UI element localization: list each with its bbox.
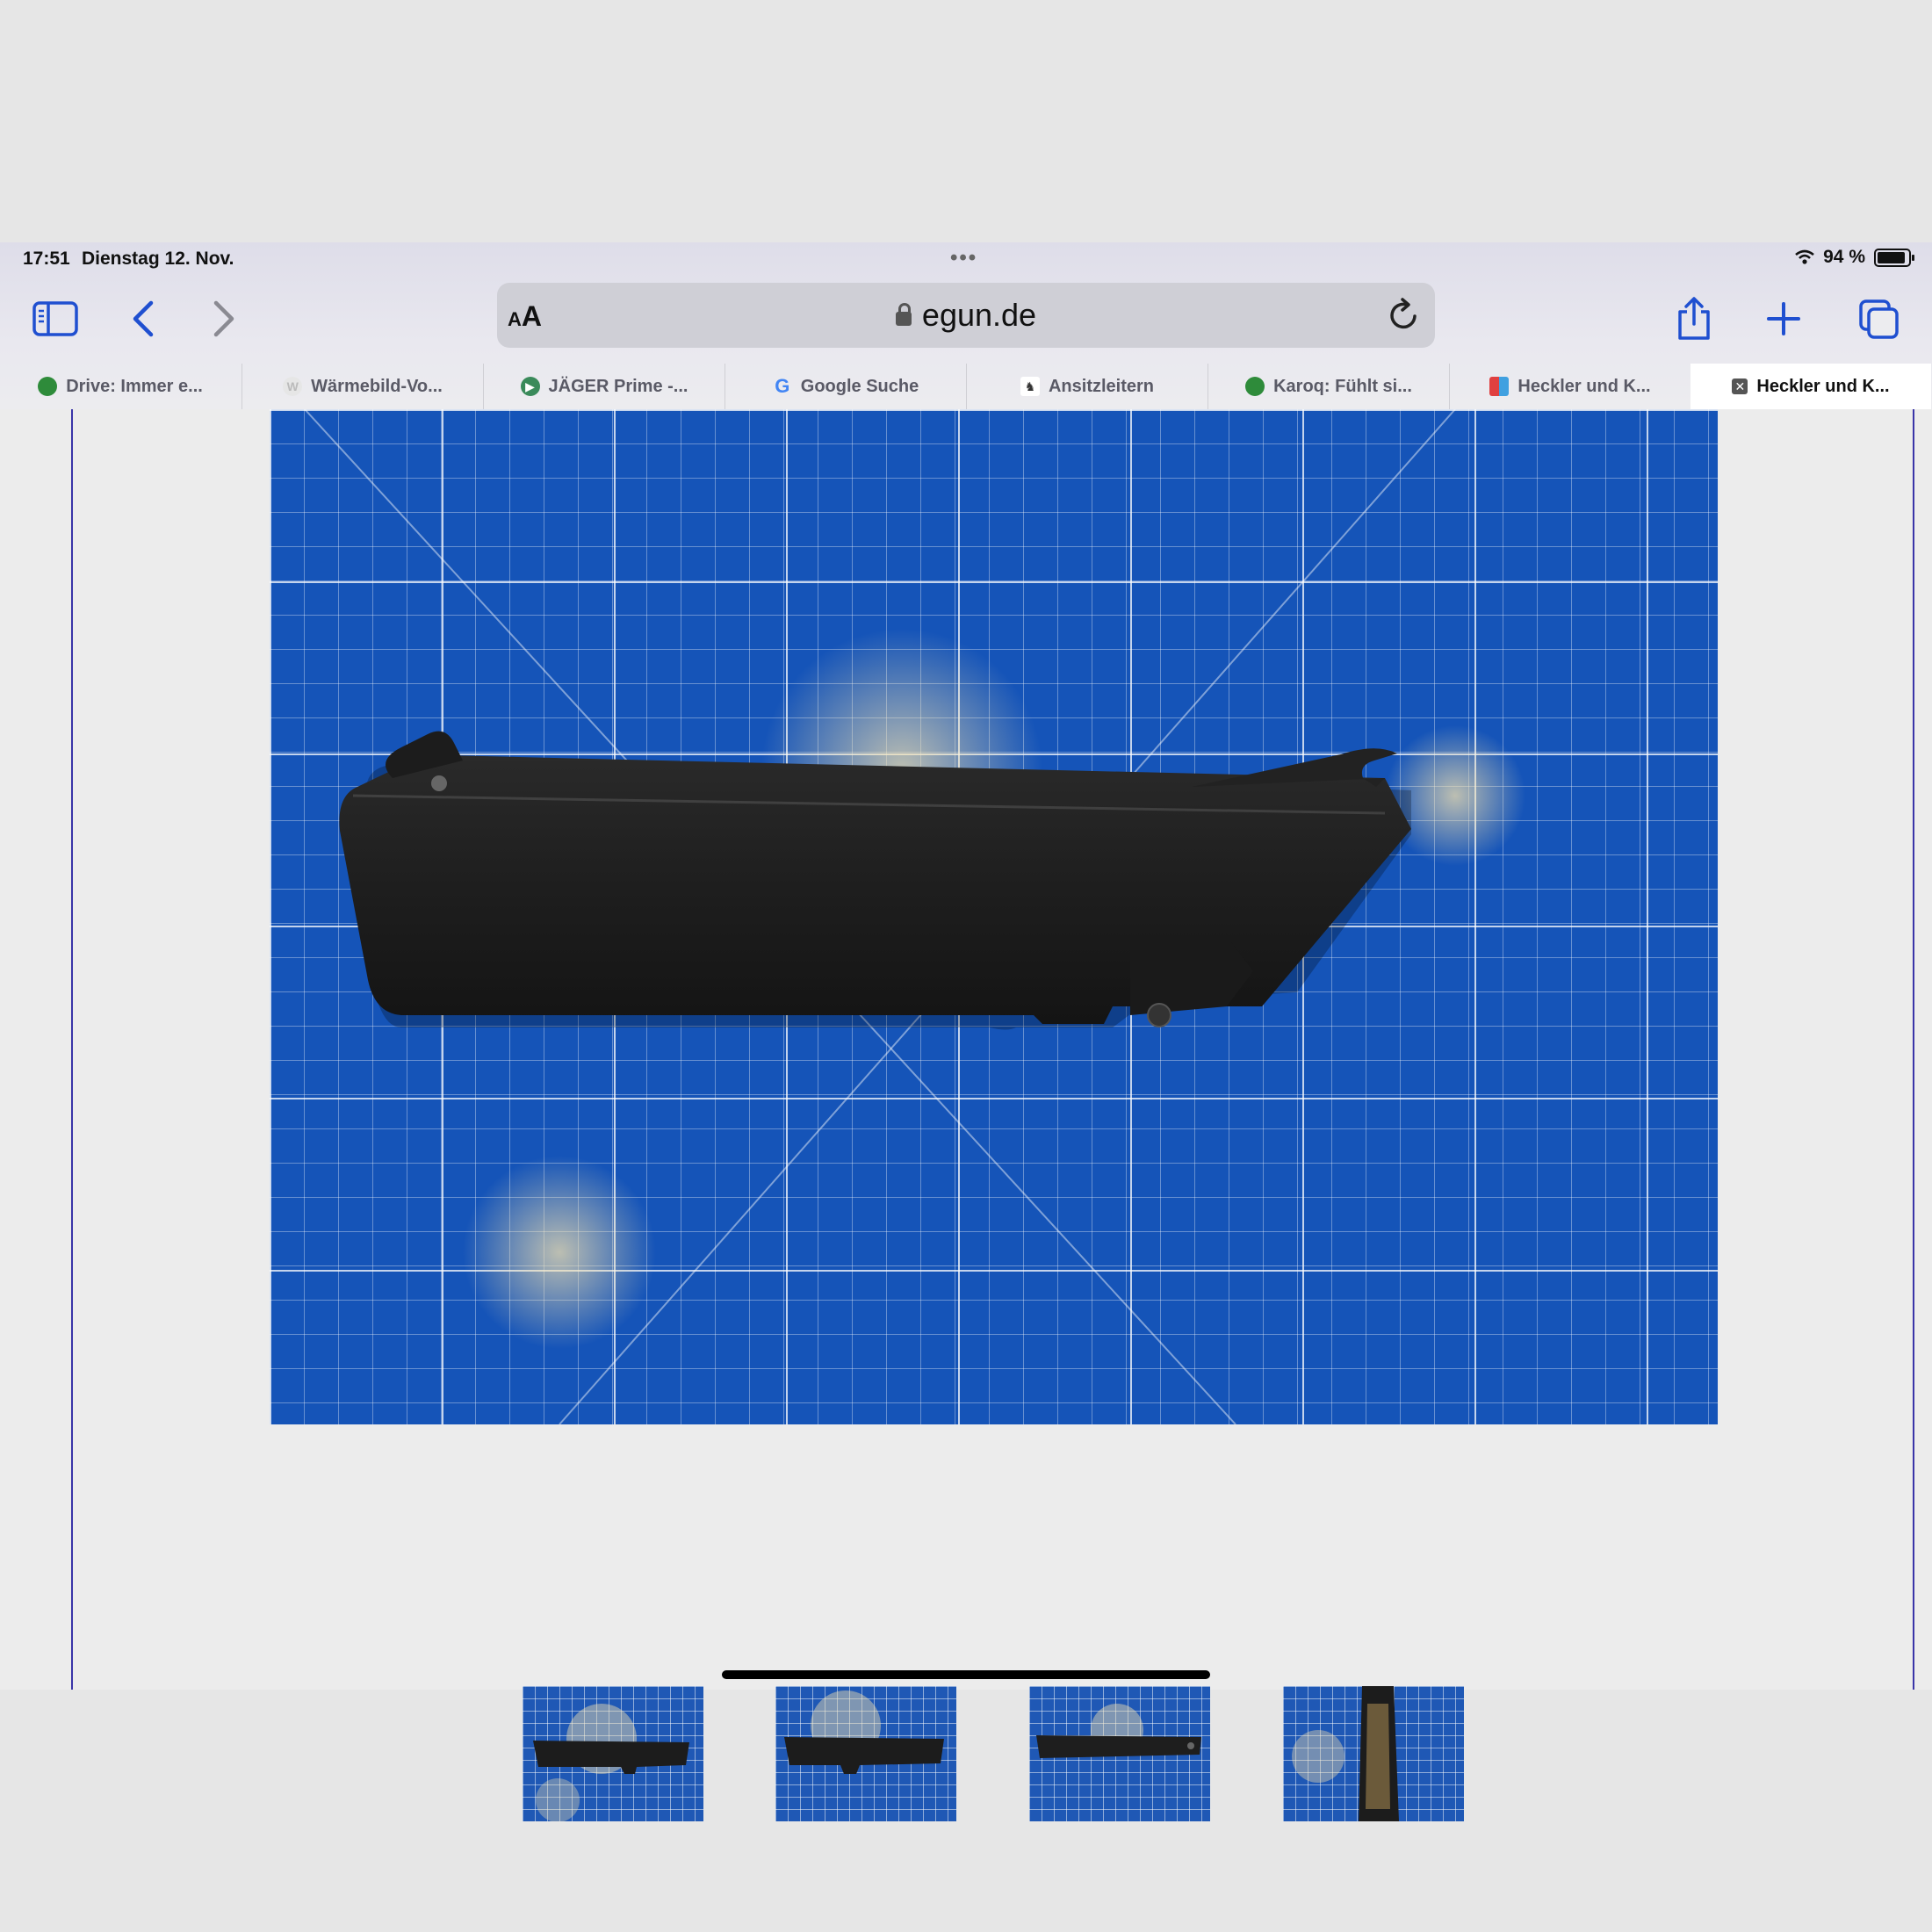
multitasking-dots-icon[interactable]: •••	[950, 246, 977, 270]
chevron-right-icon	[213, 300, 234, 337]
thumbnail-image	[1036, 1704, 1201, 1758]
browser-screen: 17:51 Dienstag 12. Nov. ••• 94 % AA egun…	[0, 242, 1932, 1821]
tabs-icon	[1859, 299, 1899, 339]
tab-karoq[interactable]: Karoq: Fühlt si...	[1208, 364, 1449, 409]
tab-label: Wärmebild-Vo...	[311, 376, 443, 396]
new-tab-button[interactable]	[1756, 293, 1811, 344]
gallery-thumbnail-3[interactable]	[1029, 1686, 1210, 1821]
gallery-thumbnail-1[interactable]	[523, 1686, 703, 1821]
sidebar-toggle-button[interactable]	[28, 293, 83, 344]
lock-icon	[895, 303, 912, 326]
tab-label: Heckler und K...	[1756, 376, 1890, 396]
lamp-reflection	[463, 1156, 656, 1349]
page-content	[0, 409, 1932, 1821]
play-icon: ▶	[520, 377, 540, 396]
page-border-right	[1913, 409, 1914, 1690]
thumbnail-image	[784, 1690, 944, 1774]
status-time: 17:51	[23, 249, 70, 269]
home-indicator[interactable]	[722, 1670, 1210, 1679]
battery-icon	[1874, 248, 1914, 267]
main-product-photo[interactable]	[270, 409, 1718, 1424]
status-indicators: 94 %	[1795, 247, 1914, 268]
product-photo-drawing	[304, 409, 1525, 1424]
battery-percent: 94 %	[1823, 247, 1865, 267]
share-button[interactable]	[1667, 293, 1721, 344]
tab-heckler-1[interactable]: Heckler und K...	[1449, 364, 1690, 409]
product-part	[339, 753, 1411, 1024]
forward-button[interactable]	[197, 293, 251, 344]
tab-google-suche[interactable]: G Google Suche	[724, 364, 966, 409]
tab-bar: Drive: Immer e... W Wärmebild-Vo... ▶ JÄ…	[0, 364, 1932, 410]
skoda-icon	[38, 377, 58, 396]
address-bar[interactable]: AA egun.de	[497, 283, 1435, 348]
google-icon: G	[775, 375, 790, 397]
toolbar: AA egun.de	[0, 281, 1932, 357]
tab-drive[interactable]: Drive: Immer e...	[0, 364, 241, 409]
tab-ansitzleitern[interactable]: ♞ Ansitzleitern	[966, 364, 1208, 409]
thumbnail-image	[533, 1704, 689, 1821]
tab-label: Karoq: Fühlt si...	[1273, 376, 1412, 396]
hunter-icon: ♞	[1020, 377, 1040, 396]
status-date: Dienstag 12. Nov.	[82, 249, 234, 269]
tab-jaeger-prime[interactable]: ▶ JÄGER Prime -...	[483, 364, 724, 409]
sidebar-icon	[32, 301, 78, 336]
w-icon: W	[283, 377, 303, 396]
tab-heckler-active[interactable]: ✕ Heckler und K...	[1690, 364, 1931, 409]
share-icon	[1678, 297, 1710, 340]
wifi-icon	[1795, 249, 1814, 264]
skoda-icon	[1245, 377, 1265, 396]
tabs-overview-button[interactable]	[1851, 293, 1906, 344]
tab-label: Heckler und K...	[1517, 376, 1651, 396]
url-display[interactable]: egun.de	[497, 297, 1435, 334]
gallery-thumbnail-2[interactable]	[775, 1686, 956, 1821]
egun-icon	[1489, 377, 1510, 396]
tab-label: JÄGER Prime -...	[548, 376, 688, 396]
browser-chrome: 17:51 Dienstag 12. Nov. ••• 94 % AA egun…	[0, 242, 1932, 410]
gallery-thumbnail-4[interactable]	[1283, 1686, 1464, 1821]
plus-icon	[1767, 302, 1800, 335]
status-bar: 17:51 Dienstag 12. Nov. ••• 94 %	[0, 242, 1932, 278]
reload-icon	[1390, 298, 1417, 329]
reload-button[interactable]	[1388, 297, 1421, 336]
tab-label: Ansitzleitern	[1048, 376, 1155, 396]
tab-label: Google Suche	[800, 376, 919, 396]
page-border-left	[71, 409, 73, 1690]
url-text: egun.de	[921, 297, 1037, 333]
chevron-left-icon	[133, 300, 154, 337]
tab-label: Drive: Immer e...	[66, 376, 203, 396]
thumbnail-image	[1292, 1686, 1399, 1821]
tab-waermebild[interactable]: W Wärmebild-Vo...	[242, 364, 483, 409]
close-tab-icon[interactable]: ✕	[1732, 378, 1748, 394]
back-button[interactable]	[116, 293, 170, 344]
